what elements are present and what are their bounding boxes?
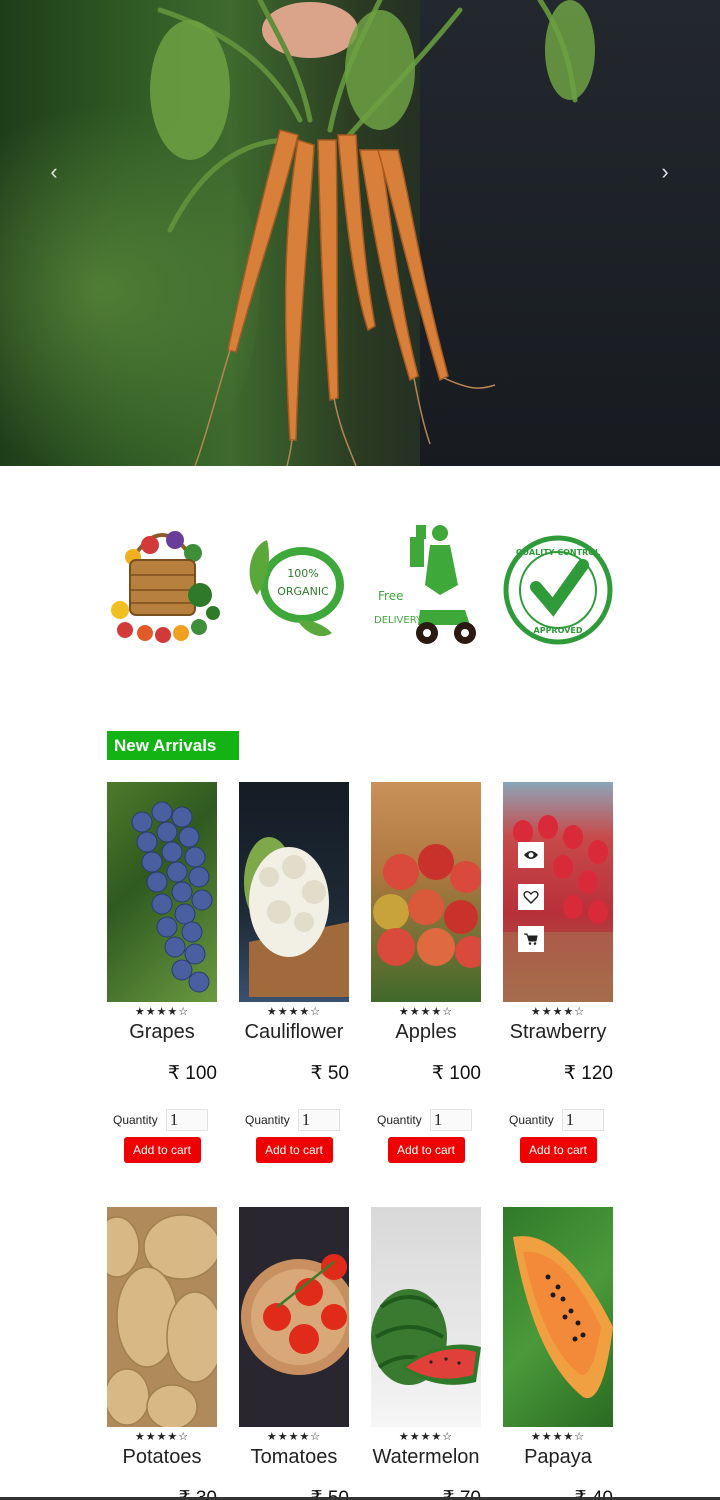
product-card-cauliflower[interactable]: ★★★★☆ Cauliflower ₹ 50 Quantity 1 Add to… (239, 782, 349, 1163)
quantity-label: Quantity (377, 1113, 422, 1127)
product-price: ₹ 100 (167, 1063, 217, 1084)
product-name: Strawberry (509, 1021, 607, 1043)
product-image-grapes[interactable] (107, 782, 217, 1002)
wishlist-button[interactable] (518, 884, 544, 910)
svg-text:Free: Free (378, 589, 403, 603)
product-image-cauliflower[interactable] (239, 782, 349, 1002)
svg-text:ORGANIC: ORGANIC (277, 585, 329, 598)
quantity-label: Quantity (113, 1113, 158, 1127)
potatoes-image (107, 1214, 217, 1427)
quick-cart-button[interactable] (518, 926, 544, 952)
add-to-cart-button[interactable]: Add to cart (387, 1137, 465, 1163)
product-card-potatoes[interactable]: ★★★★☆ Potatoes ₹ 30 (107, 1207, 217, 1500)
quantity-input[interactable]: 1 (297, 1109, 340, 1131)
quantity-input[interactable]: 1 (429, 1109, 472, 1131)
product-image-watermelon[interactable] (371, 1207, 481, 1427)
product-card-strawberry[interactable]: ★★★★☆ Strawberry ₹ 120 Quantity 1 Add to… (503, 782, 613, 1163)
quantity-input[interactable]: 1 (561, 1109, 604, 1131)
svg-text:100%: 100% (287, 567, 318, 580)
leaf-badge-icon: 100% ORGANIC (249, 540, 344, 637)
product-price: ₹ 50 (310, 1063, 349, 1084)
heart-icon (523, 890, 539, 904)
rating-stars: ★★★★☆ (134, 1431, 190, 1443)
product-name: Potatoes (122, 1446, 202, 1468)
product-image-papaya[interactable] (503, 1207, 613, 1427)
product-name: Watermelon (372, 1446, 480, 1468)
product-card-apples[interactable]: ★★★★☆ Apples ₹ 100 Quantity 1 Add to car… (371, 782, 481, 1163)
free-delivery: Free DELIVERY (370, 515, 490, 665)
carousel-prev-button[interactable]: ‹ (42, 160, 66, 184)
watermelon-image (371, 1289, 481, 1385)
rating-stars: ★★★★☆ (530, 1431, 586, 1443)
product-image-apples[interactable] (371, 782, 481, 1002)
product-name: Grapes (129, 1021, 195, 1043)
product-card-tomatoes[interactable]: ★★★★☆ Tomatoes ₹ 50 (239, 1207, 349, 1500)
carrots-image (150, 0, 595, 466)
add-to-cart-button[interactable]: Add to cart (519, 1137, 597, 1163)
rating-stars: ★★★★☆ (134, 1006, 190, 1018)
papaya-image (513, 1236, 613, 1399)
product-quick-actions (518, 842, 544, 968)
tomatoes-image (241, 1254, 349, 1375)
rating-stars: ★★★★☆ (266, 1006, 322, 1018)
svg-text:QUALITY CONTROL: QUALITY CONTROL (516, 548, 600, 557)
product-name: Cauliflower (244, 1021, 344, 1043)
rating-stars: ★★★★☆ (266, 1431, 322, 1443)
chevron-right-icon: › (661, 159, 669, 184)
checkmark-seal-icon: QUALITY CONTROL APPROVED (503, 535, 613, 645)
product-price: ₹ 120 (563, 1063, 613, 1084)
rating-stars: ★★★★☆ (530, 1006, 586, 1018)
grapes-image (131, 801, 213, 993)
section-title-new-arrivals: New Arrivals (107, 731, 239, 760)
delivery-scooter-icon: Free DELIVERY (374, 525, 476, 644)
svg-text:APPROVED: APPROVED (534, 626, 583, 635)
product-name: Papaya (524, 1446, 592, 1468)
eye-icon (524, 851, 538, 859)
add-to-cart-button[interactable]: Add to cart (255, 1137, 333, 1163)
quick-view-button[interactable] (518, 842, 544, 868)
rating-stars: ★★★★☆ (398, 1006, 454, 1018)
product-card-grapes[interactable]: ★★★★☆ Grapes ₹ 100 Quantity 1 Add to car… (107, 782, 217, 1163)
cart-icon (524, 933, 538, 945)
rating-stars: ★★★★☆ (398, 1431, 454, 1443)
product-name: Tomatoes (250, 1446, 338, 1468)
organic-badge: 100% ORGANIC (237, 515, 357, 665)
product-image-strawberry[interactable] (503, 782, 613, 1002)
hero-carousel: ‹ › (0, 0, 720, 466)
apples-image (373, 844, 481, 968)
features-row: 100% ORGANIC Free DELIVERY QUALITY CONTR… (100, 515, 620, 665)
quantity-label: Quantity (245, 1113, 290, 1127)
product-image-potatoes[interactable] (107, 1207, 217, 1427)
quantity-input[interactable]: 1 (165, 1109, 208, 1131)
fresh-produce-basket (105, 515, 225, 665)
basket-icon (111, 531, 220, 643)
carousel-next-button[interactable]: › (653, 160, 677, 184)
quality-approved: QUALITY CONTROL APPROVED (503, 515, 623, 665)
chevron-left-icon: ‹ (50, 159, 58, 184)
product-image-tomatoes[interactable] (239, 1207, 349, 1427)
product-price: ₹ 100 (431, 1063, 481, 1084)
quantity-label: Quantity (509, 1113, 554, 1127)
cauliflower-image (244, 837, 349, 997)
product-card-papaya[interactable]: ★★★★☆ Papaya ₹ 40 (503, 1207, 613, 1500)
add-to-cart-button[interactable]: Add to cart (123, 1137, 201, 1163)
product-name: Apples (395, 1021, 457, 1043)
product-card-watermelon[interactable]: ★★★★☆ Watermelon ₹ 70 (371, 1207, 481, 1500)
svg-text:DELIVERY: DELIVERY (374, 615, 423, 626)
